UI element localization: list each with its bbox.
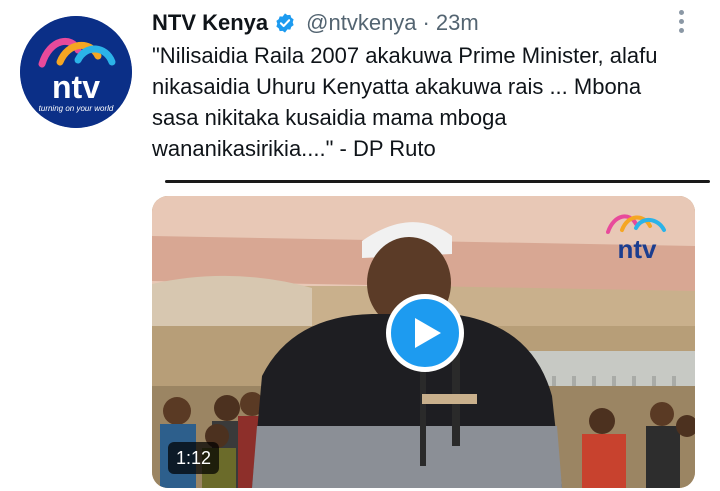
user-handle[interactable]: @ntvkenya <box>306 10 416 36</box>
play-icon <box>415 318 441 348</box>
watermark-text: ntv <box>618 234 658 264</box>
tweet-header: NTV Kenya @ntvkenya · 23m <box>152 6 479 40</box>
avatar-tagline: turning on your world <box>39 104 114 113</box>
timestamp[interactable]: 23m <box>436 10 479 36</box>
display-name[interactable]: NTV Kenya <box>152 10 268 36</box>
play-button[interactable] <box>386 294 464 372</box>
separator-dot: · <box>422 10 430 35</box>
ntv-watermark-icon: ntv <box>602 206 672 266</box>
quoted-divider <box>165 180 710 183</box>
avatar-logo-text: ntv <box>52 69 100 105</box>
tweet-text: "Nilisaidia Raila 2007 akakuwa Prime Min… <box>152 43 658 161</box>
video-duration: 1:12 <box>168 442 220 474</box>
tweet[interactable]: ntv turning on your world NTV Kenya @ntv… <box>0 0 720 491</box>
ntv-logo-icon: ntv turning on your world <box>20 16 132 128</box>
avatar[interactable]: ntv turning on your world <box>20 16 132 128</box>
video-player[interactable]: ntv 1:12 <box>152 196 695 488</box>
verified-badge-icon <box>274 12 296 34</box>
more-options-icon[interactable] <box>666 6 696 36</box>
